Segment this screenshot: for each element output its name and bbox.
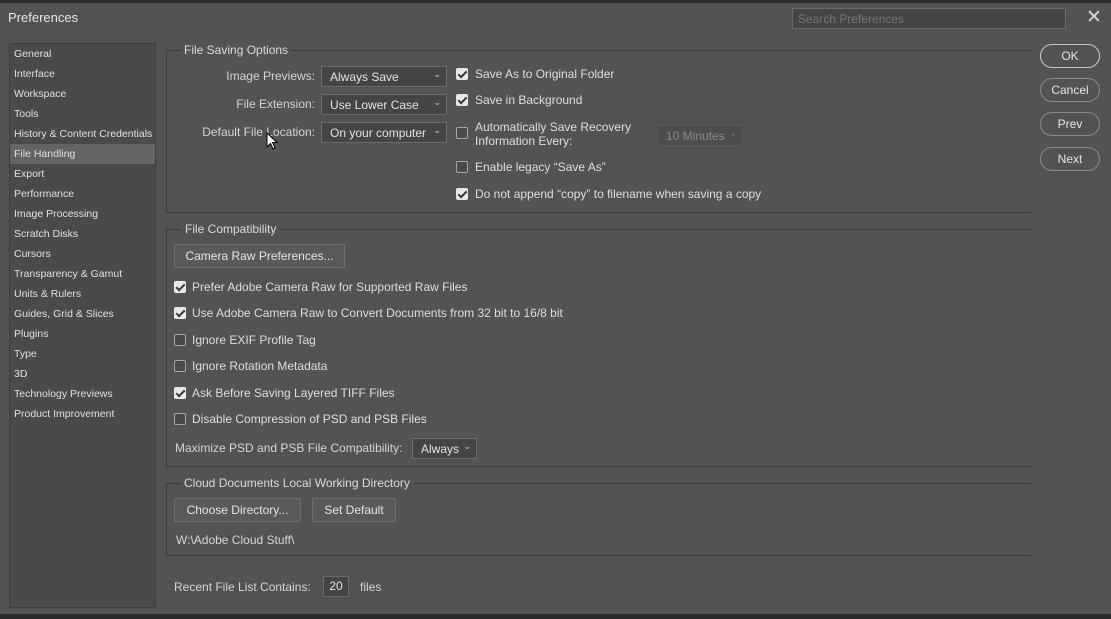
file-compat-title: File Compatibility <box>181 222 281 236</box>
mouse-pointer-icon <box>266 132 279 150</box>
sidebar-item-type[interactable]: Type <box>10 344 155 364</box>
sidebar-item-transparency[interactable]: Transparency & Gamut <box>10 264 155 284</box>
save-background-checkbox[interactable] <box>456 94 468 106</box>
use-acr-convert-label: Use Adobe Camera Raw to Convert Document… <box>192 306 563 320</box>
ignore-rotation-label: Ignore Rotation Metadata <box>192 359 328 373</box>
set-default-button[interactable]: Set Default <box>312 498 396 522</box>
group-divider <box>166 229 1031 230</box>
search-input[interactable] <box>792 8 1066 29</box>
ignore-exif-label: Ignore EXIF Profile Tag <box>192 333 316 347</box>
prev-button[interactable]: Prev <box>1040 112 1100 136</box>
preferences-sidebar: General Interface Workspace Tools Histor… <box>9 43 156 608</box>
sidebar-item-guides[interactable]: Guides, Grid & Slices <box>10 304 155 324</box>
no-append-copy-checkbox[interactable] <box>456 188 468 200</box>
group-divider <box>166 466 1031 467</box>
maximize-compat-value: Always <box>421 442 460 456</box>
legacy-save-as-checkbox[interactable] <box>456 161 468 173</box>
sidebar-item-general[interactable]: General <box>10 44 155 64</box>
chevron-down-icon: ⌄ <box>729 128 737 138</box>
group-divider <box>166 555 1031 556</box>
sidebar-item-performance[interactable]: Performance <box>10 184 155 204</box>
auto-recovery-label-line2: Information Every: <box>475 134 573 148</box>
image-previews-label: Image Previews: <box>226 69 315 83</box>
no-append-copy-label: Do not append “copy” to filename when sa… <box>475 187 762 201</box>
prefer-acr-label: Prefer Adobe Camera Raw for Supported Ra… <box>192 280 468 294</box>
next-button[interactable]: Next <box>1040 147 1100 171</box>
auto-recovery-checkbox[interactable] <box>456 127 468 139</box>
default-location-dropdown[interactable]: On your computer ⌄ <box>321 122 447 143</box>
sidebar-item-image-processing[interactable]: Image Processing <box>10 204 155 224</box>
legacy-save-as-label: Enable legacy “Save As” <box>475 160 606 174</box>
ask-layered-tiff-checkbox[interactable] <box>174 387 186 399</box>
recent-files-count-input[interactable]: 20 <box>323 576 349 597</box>
group-divider <box>166 212 1031 213</box>
auto-recovery-interval-dropdown[interactable]: 10 Minutes ⌄ <box>657 125 743 146</box>
save-background-label: Save in Background <box>475 93 583 107</box>
group-divider <box>166 50 1031 51</box>
sidebar-item-workspace[interactable]: Workspace <box>10 84 155 104</box>
window-title: Preferences <box>8 10 79 25</box>
sidebar-item-interface[interactable]: Interface <box>10 64 155 84</box>
bottom-border <box>0 614 1111 619</box>
chevron-down-icon: ⌄ <box>433 125 441 135</box>
sidebar-item-product-improvement[interactable]: Product Improvement <box>10 404 155 424</box>
sidebar-item-units-rulers[interactable]: Units & Rulers <box>10 284 155 304</box>
sidebar-item-tech-previews[interactable]: Technology Previews <box>10 384 155 404</box>
sidebar-item-history[interactable]: History & Content Credentials <box>10 124 155 144</box>
save-original-folder-checkbox[interactable] <box>456 68 468 80</box>
sidebar-item-tools[interactable]: Tools <box>10 104 155 124</box>
disable-compression-checkbox[interactable] <box>174 413 186 425</box>
chevron-down-icon: ⌄ <box>463 441 471 451</box>
choose-directory-button[interactable]: Choose Directory... <box>174 498 301 522</box>
maximize-compat-label: Maximize PSD and PSB File Compatibility: <box>175 441 403 455</box>
chevron-down-icon: ⌄ <box>433 97 441 107</box>
auto-recovery-label-line1: Automatically Save Recovery <box>475 120 632 134</box>
sidebar-item-plugins[interactable]: Plugins <box>10 324 155 344</box>
chevron-down-icon: ⌄ <box>433 69 441 79</box>
file-extension-dropdown[interactable]: Use Lower Case ⌄ <box>321 94 447 115</box>
file-saving-title: File Saving Options <box>180 43 293 57</box>
default-location-value: On your computer <box>330 126 427 140</box>
sidebar-item-scratch-disks[interactable]: Scratch Disks <box>10 224 155 244</box>
default-location-label: Default File Location: <box>202 125 315 139</box>
ignore-exif-checkbox[interactable] <box>174 334 186 346</box>
save-original-folder-label: Save As to Original Folder <box>475 67 615 81</box>
group-divider <box>166 50 167 212</box>
sidebar-item-3d[interactable]: 3D <box>10 364 155 384</box>
maximize-compat-dropdown[interactable]: Always ⌄ <box>412 438 477 459</box>
file-extension-label: File Extension: <box>236 97 315 111</box>
image-previews-value: Always Save <box>330 70 399 84</box>
ok-button[interactable]: OK <box>1040 44 1100 68</box>
use-acr-convert-checkbox[interactable] <box>174 307 186 319</box>
prefer-acr-checkbox[interactable] <box>174 281 186 293</box>
cancel-button[interactable]: Cancel <box>1040 78 1100 102</box>
disable-compression-label: Disable Compression of PSD and PSB Files <box>192 412 427 426</box>
sidebar-item-file-handling[interactable]: File Handling <box>10 144 155 164</box>
image-previews-dropdown[interactable]: Always Save ⌄ <box>321 66 447 87</box>
sidebar-item-cursors[interactable]: Cursors <box>10 244 155 264</box>
cloud-directory-path: W:\Adobe Cloud Stuff\ <box>176 533 295 547</box>
group-divider <box>166 229 167 466</box>
title-bar: Preferences ✕ <box>0 3 1111 31</box>
recent-files-label: Recent File List Contains: <box>174 580 311 594</box>
close-icon[interactable]: ✕ <box>1083 6 1105 30</box>
auto-recovery-interval-value: 10 Minutes <box>666 129 725 143</box>
ignore-rotation-checkbox[interactable] <box>174 360 186 372</box>
camera-raw-preferences-button[interactable]: Camera Raw Preferences... <box>174 244 345 268</box>
sidebar-item-export[interactable]: Export <box>10 164 155 184</box>
recent-files-suffix: files <box>360 580 382 594</box>
file-extension-value: Use Lower Case <box>330 98 419 112</box>
cloud-docs-title: Cloud Documents Local Working Directory <box>180 476 414 490</box>
ask-layered-tiff-label: Ask Before Saving Layered TIFF Files <box>192 386 395 400</box>
group-divider <box>166 483 167 555</box>
